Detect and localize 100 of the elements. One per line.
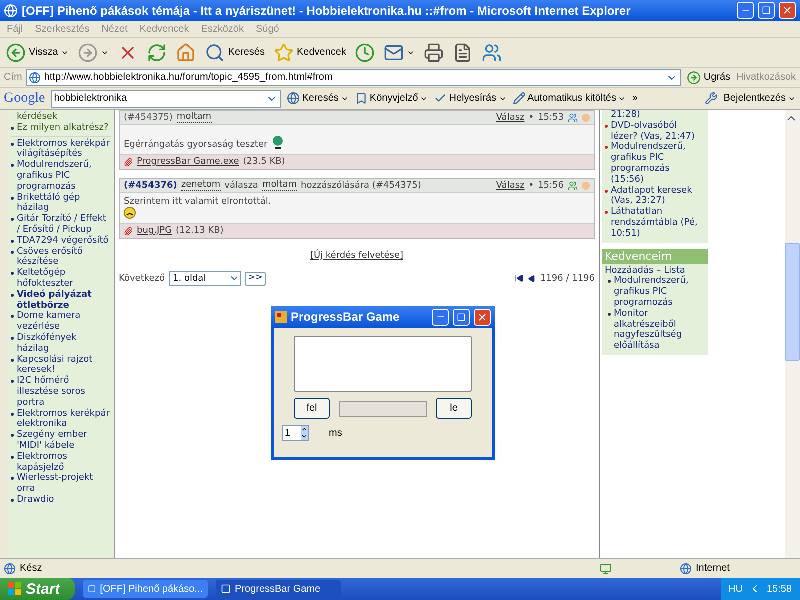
go-button[interactable]: Ugrás [684,68,733,86]
text-area[interactable] [294,336,472,392]
post-time: 15:53 [538,112,564,122]
user-link[interactable]: zenetom [181,180,221,191]
post-body: Szerintem itt valamit elrontottál. [124,197,272,207]
toolbar-button[interactable]: Kedvencek [272,40,348,64]
close-button[interactable] [779,2,796,19]
refresh-icon [147,42,168,62]
sidebar-link[interactable]: Láthatatlan rendszámtábla (Pé, 10:51) [611,207,705,240]
language-indicator: HU [728,584,743,594]
sidebar-link[interactable]: Keltetőgép hőfokteszter [17,268,111,290]
search-field[interactable]: hobbielektronika [51,90,282,108]
pager-label: Következő [119,274,166,284]
sidebar-link[interactable]: Brikettáló gép házilag [17,192,111,214]
reply-link[interactable]: Válasz [496,180,525,190]
sidebar-link[interactable]: Elektromos kerékpár elektronika [17,408,111,430]
up-button[interactable]: fel [294,398,330,419]
address-label: Cím [4,72,22,83]
star-icon [274,42,294,62]
sidebar-link[interactable]: Ez milyen alkatrész? [17,122,109,134]
toolbar-button[interactable]: Keresés [287,92,349,105]
sidebar-link[interactable]: I2C hőmérő illesztése soros portra [17,376,111,409]
smiley-icon [124,207,136,219]
toolbar-button[interactable]: » [632,93,638,104]
toolbar-button[interactable]: Keresés [203,40,267,64]
restore-button[interactable] [758,2,775,19]
globe-icon [287,92,300,105]
windows-logo-icon [8,582,22,596]
number-spinner[interactable]: 1 [282,425,309,441]
spinner-arrows-icon [301,426,308,440]
clock-icon [355,42,376,62]
sidebar-link[interactable]: Modulrendszerű, grafikus PIC programozás [614,276,705,309]
taskbar-button[interactable]: [OFF] Pihenő pákáso... [83,580,208,598]
sidebar-link[interactable]: kérdések [11,112,58,123]
close-button[interactable] [474,308,491,326]
toolbar-button[interactable]: Könyvjelző [354,92,428,105]
status-text: Kész [20,563,42,574]
sidebar-link[interactable]: Adatlapot keresek (Vas, 23:27) [611,186,705,208]
people-icon [482,42,502,62]
sidebar-link[interactable]: Csöves erősítő készítése [17,246,111,268]
add-link[interactable]: Hozzáadás [605,266,654,276]
bullet-icon [11,164,14,168]
sidebar-link[interactable]: DVD-olvasóból lézer? (Vas, 21:47) [611,120,705,142]
address-field[interactable]: http://www.hobbielektronika.hu/forum/topic_4595_from.html#from [26,69,681,86]
down-button[interactable]: le [436,398,472,419]
start-button[interactable]: Start [0,578,75,600]
sidebar-link[interactable]: TDA7294 végerősítő [17,236,109,247]
attachment-link[interactable]: ProgressBar Game.exe [137,157,240,167]
sidebar-link[interactable]: Modulrendszerű, grafikus PIC programozás [17,160,111,193]
sidebar-link[interactable]: Gitár Torzító / Effekt / Erősítő / Pickup [17,214,111,236]
sidebar-link[interactable]: Diszkófények házilag [17,332,111,355]
pencil-icon [512,92,526,105]
sidebar-link[interactable]: Drawdio [17,494,54,506]
sidebar-link[interactable]: Elektromos kerékpár világításépítés [17,138,111,160]
new-question-link[interactable]: [Új kérdés felvetése] [310,251,404,261]
toolbar-button[interactable]: Automatikus kitöltés [512,92,626,105]
bullet-icon [605,211,608,214]
bookmark-icon [354,92,368,105]
signin-button[interactable]: Bejelentkezés [724,93,796,104]
maximize-button[interactable] [453,308,470,326]
list-link[interactable]: Lista [664,266,686,276]
minimize-button[interactable] [432,308,449,326]
search-icon [205,42,226,62]
bullet-icon [11,196,14,200]
toolbar-button[interactable]: Helyesírás [434,92,507,105]
sidebar-link[interactable]: Szegény ember 'MIDI' kábele [17,430,111,452]
toolbar-button[interactable]: Vissza [4,40,72,64]
user-icon [568,180,578,190]
sidebar-link[interactable]: Kapcsolási rajzot keresek! [17,354,111,376]
window-icon [221,584,231,594]
sidebar-link[interactable]: Elektromos kapásjelző [17,452,111,474]
sidebar-link[interactable]: Videó pályázat ötletbörze [17,290,111,312]
page-select[interactable]: 1. oldal [169,271,242,286]
file-size: (23.5 KB) [243,157,286,167]
user-link[interactable]: moltam [262,180,298,191]
close-icon [782,5,793,16]
bullet-icon [11,358,14,362]
zone-text: Internet [696,563,731,574]
attachment-link[interactable]: bug.JPG [137,226,172,236]
post-text: hozzászólására (#454375) [301,180,422,190]
go-button[interactable]: >> [245,272,266,286]
sidebar-link[interactable]: Monitor alkatrészeiből nagyfeszültség előállítása [614,308,705,352]
reply-link[interactable]: Válasz [496,112,525,122]
dialog-title: ProgressBar Game [291,310,401,324]
bullet-icon [11,315,14,318]
mail-icon [384,42,404,62]
bullet-icon [11,272,14,276]
sidebar-link[interactable]: Dome kamera vezérlése [17,311,111,333]
taskbar-button[interactable]: ProgressBar Game [216,580,341,598]
window-title: [OFF] Pihenő pákások témája - Itt a nyáriszünet! - Hobbielektronika.hu ::#from - Microsoft Internet Explorer [22,4,632,18]
user-link[interactable]: moltam [176,112,212,123]
sidebar-link[interactable]: Modulrendszerű, grafikus PIC programozás (15:56) [611,142,705,186]
minimize-button[interactable] [737,2,754,19]
bullet-icon [605,190,608,193]
scrollbar-thumb[interactable] [785,243,800,361]
bullet-icon [11,412,14,416]
sidebar-link[interactable]: Wierlesst-projekt orra [17,473,111,495]
paperclip-icon [124,158,133,166]
paperclip-icon [124,226,133,236]
document-icon [453,42,474,62]
